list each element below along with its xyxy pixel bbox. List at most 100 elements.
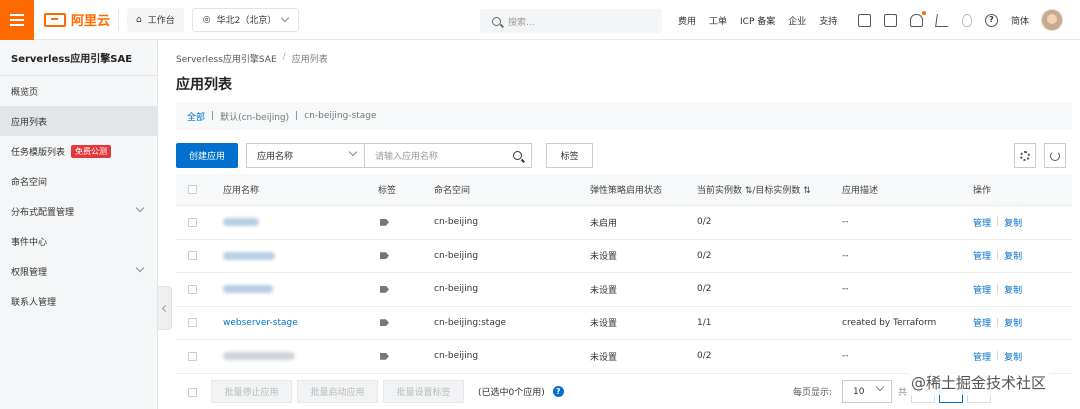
nav-enterprise[interactable]: 企业 (788, 14, 806, 27)
namespace-cell: cn-beijing (434, 284, 479, 295)
logo[interactable]: 阿里云 (44, 10, 110, 29)
namespace-cell: cn-beijing (434, 351, 479, 362)
create-app-button[interactable]: 创建应用 (176, 143, 238, 168)
row-checkbox[interactable] (188, 273, 197, 306)
actions-cell: 管理 | 复制 (973, 316, 1023, 330)
refresh-button[interactable] (1044, 143, 1066, 168)
tag-icon[interactable] (380, 240, 389, 273)
sidebar-item-events[interactable]: 事件中心 (0, 226, 157, 256)
row-checkbox[interactable] (188, 240, 197, 273)
location-icon: ◎ (202, 14, 211, 25)
sidebar-item-label: 联系人管理 (11, 297, 57, 308)
nav-ticket[interactable]: 工单 (709, 14, 727, 27)
tag-filter-button[interactable]: 标签 (546, 143, 593, 168)
search-icon[interactable] (513, 151, 522, 160)
cart-icon[interactable] (935, 13, 950, 27)
batch-start-button[interactable]: 批量启动应用 (297, 380, 378, 403)
breadcrumb-root[interactable]: Serverless应用引擎SAE (176, 52, 277, 65)
column-header-description: 应用描述 (842, 186, 879, 196)
search-placeholder: 请输入应用名称 (375, 152, 439, 162)
footer-select-all-checkbox[interactable] (188, 376, 197, 409)
search-placeholder: 搜索... (508, 17, 535, 28)
batch-tag-button[interactable]: 批量设置标签 (383, 380, 464, 403)
lightbulb-icon[interactable] (962, 13, 972, 27)
sidebar-item-task-templates[interactable]: 任务模版列表 免费公测 (0, 136, 157, 166)
sidebar-item-contacts[interactable]: 联系人管理 (0, 286, 157, 316)
select-all-checkbox[interactable] (188, 174, 197, 205)
copy-link[interactable]: 复制 (1004, 283, 1022, 296)
row-checkbox[interactable] (188, 206, 197, 239)
row-checkbox[interactable] (188, 340, 197, 373)
nav-icp[interactable]: ICP 备案 (740, 14, 775, 27)
sidebar-item-permissions[interactable]: 权限管理 (0, 256, 157, 286)
filter-stage[interactable]: cn-beijing-stage (304, 111, 376, 121)
workspace-button[interactable]: ⌂ 工作台 (127, 7, 184, 32)
manage-link[interactable]: 管理 (973, 350, 991, 363)
selection-count: (已选中0个应用) ? (478, 380, 564, 403)
app-icon[interactable] (858, 13, 871, 27)
description-cell: created by Terraform (842, 317, 937, 328)
elastic-status-cell: 未启用 (590, 218, 618, 229)
menu-button[interactable] (0, 0, 34, 40)
help-icon[interactable]: ? (552, 386, 564, 397)
app-search-input[interactable]: 请输入应用名称 (364, 143, 532, 168)
manage-link[interactable]: 管理 (973, 283, 991, 296)
help-icon[interactable]: ? (985, 13, 998, 27)
manage-link[interactable]: 管理 (973, 216, 991, 229)
app-name-link[interactable]: webserver-stage (223, 307, 298, 340)
manage-link[interactable]: 管理 (973, 316, 991, 329)
elastic-status-cell: 未设置 (590, 252, 618, 263)
sidebar-collapse-button[interactable] (158, 286, 172, 330)
global-search-input[interactable]: 搜索... (480, 9, 662, 33)
app-table: 应用名称 标签 命名空间 弹性策略启用状态 当前实例数 ⇅/目标实例数 ⇅ 应用… (176, 174, 1072, 374)
app-name-link[interactable] (223, 206, 259, 239)
settings-button[interactable] (1014, 143, 1036, 168)
copy-link[interactable]: 复制 (1004, 316, 1022, 329)
search-field-select[interactable]: 应用名称 (246, 143, 364, 168)
bell-icon[interactable] (910, 10, 926, 27)
tag-icon[interactable] (380, 206, 389, 239)
filter-all[interactable]: 全部 (187, 110, 205, 123)
manage-link[interactable]: 管理 (973, 249, 991, 262)
top-icons: ? 简体 (858, 0, 1064, 40)
app-name-link[interactable] (223, 273, 273, 306)
select-value: 应用名称 (257, 152, 294, 162)
breadcrumb-separator: / (282, 52, 286, 62)
chevron-down-icon (348, 147, 358, 157)
sidebar-item-label: 应用列表 (11, 117, 48, 128)
refresh-icon (1050, 150, 1060, 161)
top-bar: 阿里云 ⌂ 工作台 ◎ 华北2（北京） 搜索... 费用 工单 ICP 备案 企… (0, 0, 1080, 40)
instances-cell: 0/2 (697, 250, 712, 261)
sidebar: Serverless应用引擎SAE 概览页 应用列表 任务模版列表 免费公测 命名… (0, 40, 158, 409)
language-switch[interactable]: 简体 (1011, 14, 1029, 27)
aliyun-logo-icon (44, 12, 66, 27)
app-name-link[interactable] (223, 240, 275, 273)
per-page-label: 每页显示: (793, 388, 833, 398)
copy-link[interactable]: 复制 (1004, 350, 1022, 363)
copy-link[interactable]: 复制 (1004, 216, 1022, 229)
tag-icon[interactable] (380, 273, 389, 306)
page-size-select[interactable]: 10 (842, 380, 893, 403)
terminal-icon[interactable] (884, 13, 897, 27)
tag-icon[interactable] (380, 340, 389, 373)
column-header-instances[interactable]: 当前实例数 ⇅/目标实例数 ⇅ (697, 174, 811, 205)
home-icon: ⌂ (136, 14, 142, 25)
sidebar-item-namespace[interactable]: 命名空间 (0, 166, 157, 196)
sidebar-item-app-list[interactable]: 应用列表 (0, 106, 157, 136)
row-checkbox[interactable] (188, 307, 197, 340)
filter-default[interactable]: 默认(cn-beijing) (220, 110, 289, 123)
batch-stop-button[interactable]: 批量停止应用 (211, 380, 292, 403)
selection-count-text: (已选中0个应用) (478, 388, 545, 398)
table-row: webserver-stage cn-beijing:stage 未设置 1/1… (176, 307, 1072, 340)
region-selector[interactable]: ◎ 华北2（北京） (191, 7, 300, 32)
nav-support[interactable]: 支持 (819, 14, 837, 27)
sidebar-item-config[interactable]: 分布式配置管理 (0, 196, 157, 226)
sidebar-item-overview[interactable]: 概览页 (0, 76, 157, 106)
avatar[interactable] (1041, 9, 1064, 31)
sidebar-item-label: 事件中心 (11, 237, 48, 248)
nav-fee[interactable]: 费用 (678, 14, 696, 27)
app-name-link[interactable] (223, 340, 295, 373)
namespace-filter-bar: 全部 | 默认(cn-beijing) | cn-beijing-stage (176, 102, 1072, 130)
tag-icon[interactable] (380, 307, 389, 340)
copy-link[interactable]: 复制 (1004, 249, 1022, 262)
